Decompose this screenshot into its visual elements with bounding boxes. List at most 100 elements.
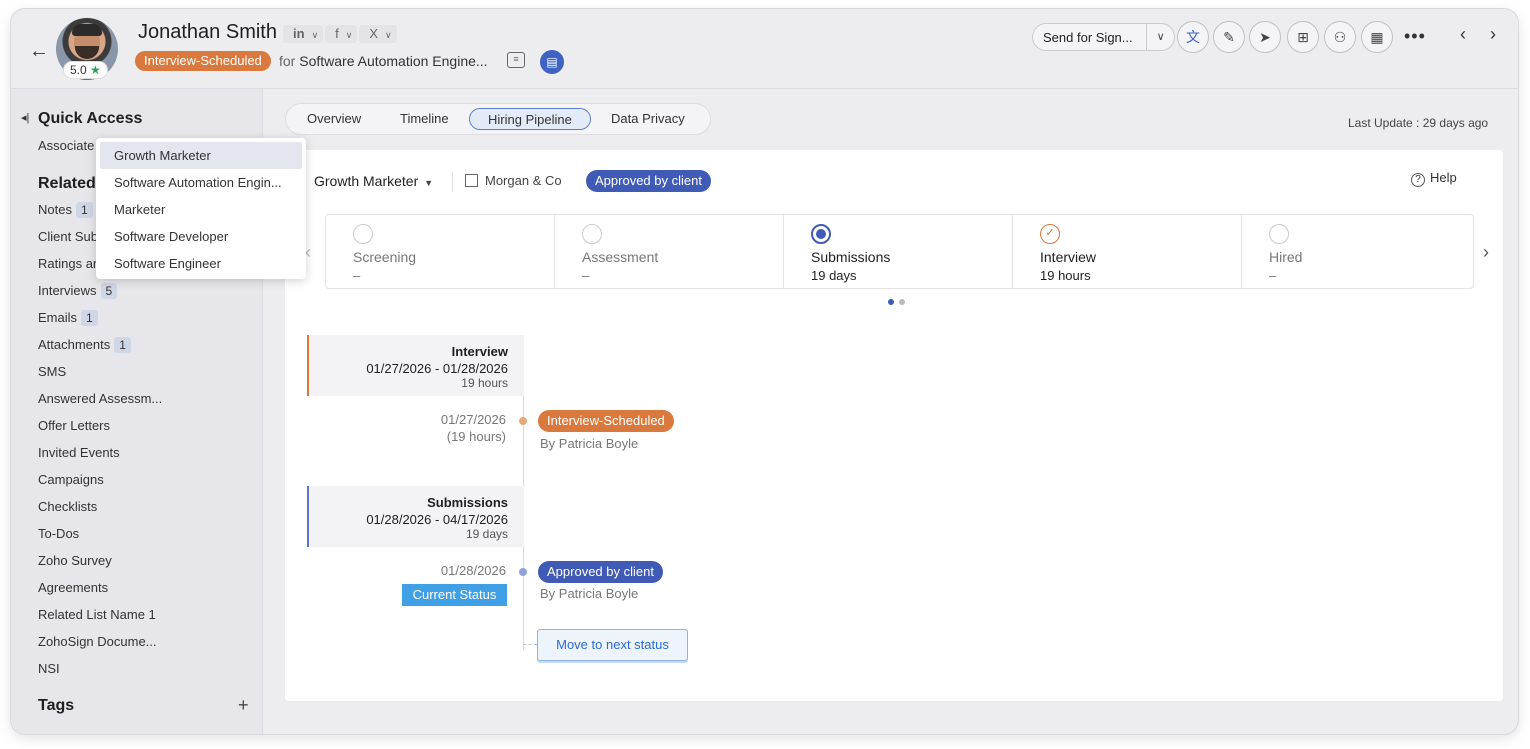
- add-tag-button[interactable]: +: [238, 695, 249, 716]
- group-title: Submissions: [427, 495, 508, 510]
- sidebar-item-ratings[interactable]: Ratings ar: [38, 256, 97, 271]
- sidebar-item-interviews[interactable]: Interviews 5: [38, 283, 118, 299]
- job-option-growth-marketer[interactable]: Growth Marketer: [100, 142, 302, 169]
- job-option-software-developer[interactable]: Software Developer: [96, 223, 306, 250]
- sidebar-item-sms[interactable]: SMS: [38, 364, 66, 379]
- group-range: 01/28/2026 - 04/17/2026: [366, 512, 508, 527]
- page-dot[interactable]: [899, 299, 905, 305]
- chevron-right-icon[interactable]: ›: [1490, 24, 1496, 45]
- sidebar-item-client-submissions[interactable]: Client Sub: [38, 229, 98, 244]
- stage-duration: 19 days: [811, 268, 857, 283]
- count-badge: 1: [75, 202, 93, 218]
- hiring-pipeline-panel: Growth Marketer ▼ Morgan & Co Approved by…: [285, 150, 1503, 701]
- sidebar-item-campaigns[interactable]: Campaigns: [38, 472, 104, 487]
- stage-name: Hired: [1269, 249, 1303, 265]
- current-status-badge: Current Status: [402, 584, 507, 606]
- caret-down-icon: ▼: [424, 178, 434, 188]
- job-option-marketer[interactable]: Marketer: [96, 196, 306, 223]
- help-link[interactable]: ? Help: [1411, 170, 1457, 187]
- sidebar-item-nsi[interactable]: NSI: [38, 661, 60, 676]
- chevron-down-icon[interactable]: ∨: [1146, 24, 1174, 50]
- more-icon[interactable]: •••: [1404, 26, 1426, 47]
- timeline-dot: [519, 568, 527, 576]
- calendar-icon[interactable]: ▦: [1361, 21, 1393, 53]
- event-author: By Patricia Boyle: [540, 436, 639, 451]
- chevron-down-icon: ∨: [385, 30, 392, 40]
- facebook-icon[interactable]: f ∨: [325, 25, 358, 43]
- chevron-left-icon[interactable]: ‹: [1460, 24, 1466, 45]
- tab-timeline[interactable]: Timeline: [400, 108, 449, 130]
- back-arrow-icon[interactable]: ←: [29, 40, 49, 63]
- job-title-link[interactable]: Software Automation Engine...: [299, 53, 487, 69]
- job-option-software-automation-engineer[interactable]: Software Automation Engin...: [96, 169, 306, 196]
- record-tabs: Overview Timeline Hiring Pipeline Data P…: [285, 103, 711, 135]
- group-range: 01/27/2026 - 01/28/2026: [366, 361, 508, 376]
- send-icon[interactable]: ➤: [1249, 21, 1281, 53]
- tab-data-privacy[interactable]: Data Privacy: [611, 108, 685, 130]
- building-icon: [465, 174, 478, 187]
- app-window: ← 5.0 ★ Jonathan Smith in ∨ f ∨ X ∨ Intervi…: [11, 9, 1518, 734]
- tab-hiring-pipeline[interactable]: Hiring Pipeline: [469, 108, 591, 130]
- stage-assessment[interactable]: Assessment –: [555, 215, 784, 288]
- sidebar-item-related-list-name-1[interactable]: Related List Name 1: [38, 607, 156, 622]
- timeline-dot: [519, 417, 527, 425]
- event-date: 01/27/2026: [440, 412, 506, 427]
- sidebar-item-checklists[interactable]: Checklists: [38, 499, 97, 514]
- chevron-down-icon: ∨: [311, 30, 319, 40]
- tab-overview[interactable]: Overview: [307, 108, 361, 130]
- sidebar-item-emails[interactable]: Emails 1: [38, 310, 98, 326]
- sidebar-item-answered-assessments[interactable]: Answered Assessm...: [38, 391, 162, 406]
- document-icon[interactable]: ▤: [540, 50, 564, 74]
- page-dot-active[interactable]: [888, 299, 894, 305]
- stage-duration: 19 hours: [1040, 268, 1091, 283]
- edit-icon[interactable]: ✎: [1213, 21, 1245, 53]
- job-option-software-engineer[interactable]: Software Engineer: [96, 250, 306, 277]
- job-association: for Software Automation Engine...: [279, 53, 488, 69]
- send-for-sign-button[interactable]: Send for Sign... ∨: [1032, 23, 1175, 51]
- client-status-badge[interactable]: Approved by client: [586, 170, 711, 192]
- event-status-badge: Interview-Scheduled: [538, 410, 674, 432]
- sidebar-item-zoho-survey[interactable]: Zoho Survey: [38, 553, 112, 568]
- timeline-group-submissions: Submissions 01/28/2026 - 04/17/2026 19 d…: [307, 486, 524, 547]
- event-date: 01/28/2026: [440, 563, 506, 578]
- stage-interview[interactable]: ✓ Interview 19 hours: [1013, 215, 1242, 288]
- group-duration: 19 hours: [461, 376, 508, 390]
- stage-submissions[interactable]: Submissions 19 days: [784, 215, 1013, 288]
- sidebar-item-to-dos[interactable]: To-Dos: [38, 526, 79, 541]
- quick-access-title: Quick Access: [38, 110, 143, 127]
- note-icon[interactable]: ≡: [507, 52, 525, 68]
- current-stage-icon: [811, 224, 831, 244]
- move-to-next-status-button[interactable]: Move to next status: [537, 629, 688, 661]
- candidate-status-badge[interactable]: Interview-Scheduled: [135, 51, 271, 71]
- timeline-group-interview: Interview 01/27/2026 - 01/28/2026 19 hou…: [307, 335, 524, 396]
- sidebar-item-invited-events[interactable]: Invited Events: [38, 445, 120, 460]
- stage-hired[interactable]: Hired –: [1242, 215, 1473, 288]
- sidebar-item-associate[interactable]: Associate: [38, 138, 94, 153]
- briefcase-icon[interactable]: ⊞: [1287, 21, 1319, 53]
- related-title: Related: [38, 175, 96, 192]
- x-icon[interactable]: X ∨: [359, 25, 397, 43]
- job-select-menu: Growth Marketer Software Automation Engi…: [96, 138, 306, 279]
- sidebar-item-agreements[interactable]: Agreements: [38, 580, 108, 595]
- event-author: By Patricia Boyle: [540, 586, 639, 601]
- sidebar-item-notes[interactable]: Notes 1: [38, 202, 93, 218]
- group-duration: 19 days: [465, 527, 508, 541]
- event-status-badge: Approved by client: [538, 561, 663, 583]
- sidebar-item-offer-letters[interactable]: Offer Letters: [38, 418, 110, 433]
- job-select-dropdown[interactable]: Growth Marketer ▼: [314, 173, 433, 189]
- client-name[interactable]: Morgan & Co: [465, 173, 562, 188]
- linkedin-icon[interactable]: in ∨: [283, 25, 324, 43]
- translate-icon[interactable]: 文: [1177, 21, 1209, 53]
- rating-badge: 5.0 ★: [63, 61, 108, 79]
- sidebar-item-zohosign-documents[interactable]: ZohoSign Docume...: [38, 634, 157, 649]
- stage-status-icon: [582, 224, 602, 244]
- chevron-right-icon[interactable]: ›: [1483, 242, 1489, 263]
- assign-user-icon[interactable]: ⚇: [1324, 21, 1356, 53]
- candidate-name: Jonathan Smith: [138, 21, 277, 43]
- last-update-text: Last Update : 29 days ago: [1348, 116, 1489, 130]
- stage-screening[interactable]: Screening –: [326, 215, 555, 288]
- sidebar-item-attachments[interactable]: Attachments 1: [38, 337, 131, 353]
- stage-name: Submissions: [811, 249, 891, 265]
- stage-pagination: [888, 293, 910, 308]
- collapse-icon[interactable]: ◂|: [21, 111, 29, 124]
